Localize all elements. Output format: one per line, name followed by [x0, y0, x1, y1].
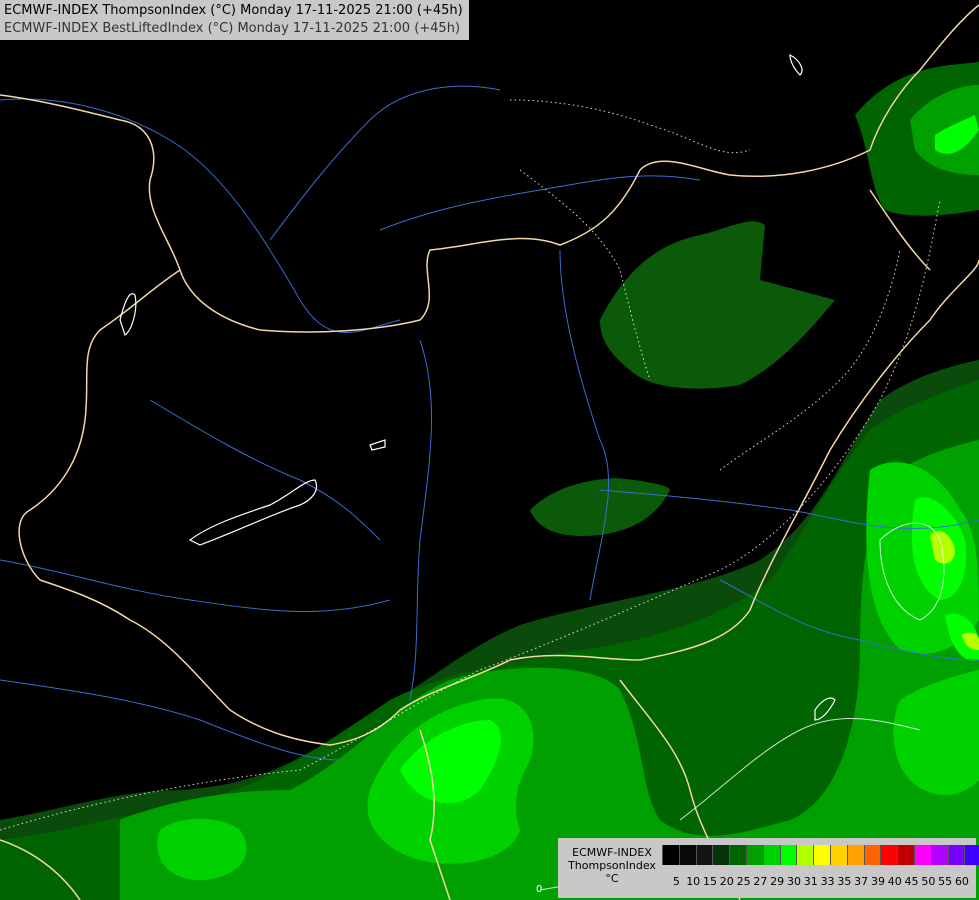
contour-label: 0	[536, 884, 542, 895]
thompson-index-fill	[0, 62, 979, 900]
legend-tick-label: 40	[887, 875, 902, 888]
legend-unit: °C	[605, 872, 619, 885]
legend-tick-label: 30	[786, 875, 801, 888]
legend-swatch	[695, 845, 713, 865]
legend-swatch	[913, 845, 931, 865]
legend-swatch	[678, 845, 696, 865]
legend-tick-label: 33	[820, 875, 835, 888]
legend-tick-label: 20	[719, 875, 734, 888]
map-title: ECMWF-INDEX ThompsonIndex (°C) Monday 17…	[0, 0, 469, 40]
legend-tick-label: 15	[702, 875, 717, 888]
legend-swatch	[813, 845, 830, 865]
legend-tick-label: 29	[770, 875, 785, 888]
legend-tick-label: 50	[921, 875, 936, 888]
legend-parameter: ThompsonIndex	[568, 859, 656, 872]
legend-swatch	[897, 845, 914, 865]
legend-swatch	[712, 845, 730, 865]
legend-swatches	[662, 845, 979, 865]
fill-level-25-west-blob	[530, 478, 670, 536]
legend-swatch	[779, 845, 797, 865]
legend-model: ECMWF-INDEX	[572, 846, 652, 859]
river	[409, 339, 433, 701]
color-legend: ECMWF-INDEX ThompsonIndex °C 5 10 15 20 25 27…	[558, 838, 979, 898]
legend-swatch	[846, 845, 864, 865]
title-main: ECMWF-INDEX ThompsonIndex (°C) Monday 17…	[4, 3, 463, 18]
legend-tick-label: 37	[854, 875, 869, 888]
river	[0, 679, 341, 761]
river	[0, 98, 401, 333]
fill-level-25-central	[600, 221, 835, 389]
legend-swatch	[762, 845, 780, 865]
river	[559, 249, 610, 601]
legend-tick-label: 55	[938, 875, 953, 888]
fill-level-29-southwest	[157, 818, 247, 880]
legend-swatch	[964, 845, 979, 865]
legend-swatch	[796, 845, 814, 865]
legend-swatch	[880, 845, 898, 865]
contour-dotted	[509, 99, 751, 154]
border	[0, 4, 979, 333]
legend-swatch	[829, 845, 847, 865]
river	[269, 85, 501, 241]
legend-tick-label: 60	[954, 875, 969, 888]
legend-tick-label: 39	[870, 875, 885, 888]
legend-swatch	[947, 845, 965, 865]
legend-ticks: 5 10 15 20 25 27 29 30 31 33 35 37 39 40 45 50 55 60	[668, 875, 970, 888]
legend-tick-label: 10	[686, 875, 701, 888]
lake-balaton	[188, 479, 318, 546]
lake-north	[789, 54, 803, 76]
legend-tick-label: 27	[753, 875, 768, 888]
legend-swatch	[729, 845, 746, 865]
legend-swatch	[662, 845, 679, 865]
title-overlay: ECMWF-INDEX BestLiftedIndex (°C) Monday …	[4, 21, 461, 36]
river	[379, 175, 701, 231]
legend-tick-label: 25	[736, 875, 751, 888]
legend-tick-label: 5	[672, 875, 680, 888]
legend-tick-label: 31	[803, 875, 818, 888]
legend-label: ECMWF-INDEX ThompsonIndex °C	[564, 846, 660, 885]
forecast-map: 0	[0, 4, 979, 900]
legend-tick-label: 45	[904, 875, 919, 888]
legend-swatch	[745, 845, 763, 865]
lake-small	[369, 439, 386, 451]
legend-swatch	[930, 845, 948, 865]
map-viewer: { "header": { "title_main": "ECMWF-INDEX…	[0, 0, 979, 900]
legend-swatch	[863, 845, 881, 865]
legend-tick-label: 35	[837, 875, 852, 888]
